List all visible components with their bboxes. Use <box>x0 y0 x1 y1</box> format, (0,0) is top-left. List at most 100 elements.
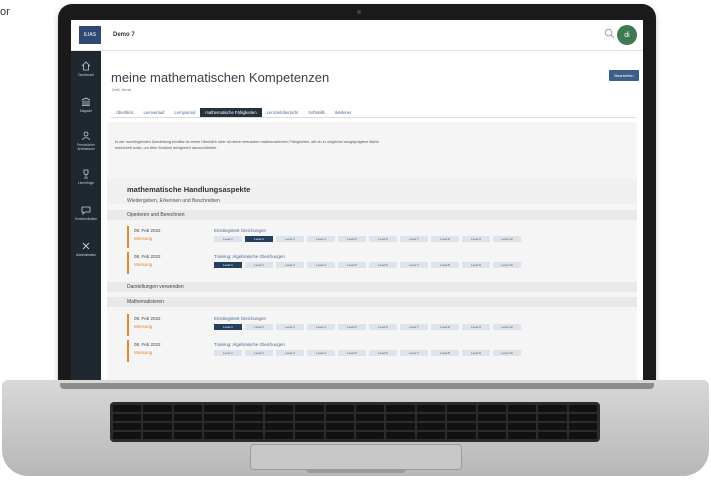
keyboard-key <box>234 414 263 421</box>
keyboard-key <box>386 432 415 439</box>
level-button[interactable]: Level 7 <box>400 324 428 330</box>
level-button[interactable]: Level 10 <box>493 262 521 268</box>
level-button[interactable]: Level 1 <box>214 324 242 330</box>
level-button[interactable]: Level 6 <box>369 262 397 268</box>
level-button[interactable]: Level 4 <box>307 236 335 242</box>
keyboard-key <box>113 423 142 430</box>
keyboard-key <box>295 405 324 412</box>
section-subtitle: Wiedergeben, Erkennen und Beschreiben <box>127 198 220 204</box>
entry-type: Messung <box>134 236 153 241</box>
home-icon <box>81 61 91 71</box>
level-button[interactable]: Level 5 <box>338 236 366 242</box>
group-header <box>107 210 637 220</box>
level-button[interactable]: Level 7 <box>400 236 428 242</box>
sidebar-item-administration[interactable]: Administration <box>71 231 101 267</box>
sidebar-item-dashboard[interactable]: Dashboard <box>71 51 101 87</box>
tools-icon <box>82 242 90 250</box>
level-button[interactable]: Level 2 <box>245 350 273 356</box>
trophy-icon <box>83 169 89 179</box>
entry-test-link[interactable]: Einstiegstest Gleichungen <box>214 316 266 321</box>
level-button[interactable]: Level 4 <box>307 350 335 356</box>
keyboard-key <box>356 423 385 430</box>
entry-test-link[interactable]: Einstiegstest Gleichungen <box>214 228 266 233</box>
level-button[interactable]: Level 6 <box>369 350 397 356</box>
keyboard-key <box>507 405 537 412</box>
tab-softskills[interactable]: Softskills <box>303 110 330 117</box>
level-button[interactable]: Level 4 <box>307 324 335 330</box>
tab-more[interactable]: Weiteres <box>330 110 356 117</box>
entry-test-link[interactable]: Training: Algebraische Gleichungen <box>214 342 285 347</box>
level-button[interactable]: Level 3 <box>276 350 304 356</box>
keyboard-key <box>325 414 354 421</box>
sidebar-item-workspace[interactable]: Persönlicher Arbeitsraum <box>71 123 101 159</box>
level-button[interactable]: Level 5 <box>338 324 366 330</box>
level-button[interactable]: Level 10 <box>493 236 521 242</box>
level-button[interactable]: Level 2 <box>245 236 273 242</box>
group-header <box>107 297 637 307</box>
keyboard-key <box>295 414 324 421</box>
edit-button[interactable]: Bearbeiten <box>609 70 639 81</box>
level-bar: Level 1 Level 2 Level 3 Level 4 Level 5 Level… <box>214 324 521 330</box>
group-label: Mathematisieren <box>127 299 164 305</box>
level-button[interactable]: Level 2 <box>245 324 273 330</box>
tab-objectives[interactable]: Lernzielübersicht <box>262 110 304 117</box>
tab-bar: Überblick Lernverlauf Lernjournal mathem… <box>111 106 636 118</box>
level-button[interactable]: Level 9 <box>462 350 490 356</box>
sidebar: Dashboard Magazin Persönlicher Arbeitsra… <box>71 51 101 382</box>
level-button[interactable]: Level 9 <box>462 236 490 242</box>
avatar[interactable]: di <box>617 25 637 45</box>
entry-date: 08. Feb 2022 <box>134 316 161 321</box>
keyboard-key <box>234 432 263 439</box>
list-item: 08. Feb 2022 Messung Training: Algebrais… <box>127 340 567 362</box>
keyboard-key <box>113 414 142 421</box>
logo[interactable]: ILIAS <box>79 26 101 44</box>
tab-learning-history[interactable]: Lernverlauf <box>138 110 169 117</box>
keyboard-key <box>416 405 446 412</box>
level-button[interactable]: Level 7 <box>400 350 428 356</box>
tab-math-skills[interactable]: mathematische Fähigkeiten <box>200 108 262 117</box>
entry-test-link[interactable]: Training: Algebraische Gleichungen <box>214 254 285 259</box>
keyboard-key <box>295 432 324 439</box>
keyboard-key <box>507 414 537 421</box>
level-button[interactable]: Level 8 <box>431 324 459 330</box>
library-icon <box>81 97 91 106</box>
level-button[interactable]: Level 5 <box>338 350 366 356</box>
keyboard-key <box>234 405 263 412</box>
level-button[interactable]: Level 1 <box>214 350 242 356</box>
level-button[interactable]: Level 2 <box>245 262 273 268</box>
camera-icon <box>357 10 361 14</box>
level-button[interactable]: Level 3 <box>276 262 304 268</box>
keyboard-key <box>325 432 354 439</box>
screen: ILIAS Demo 7 di Dashboard Magazin Persön… <box>71 20 643 382</box>
section-title: mathematische Handlungsaspekte <box>127 185 251 194</box>
sidebar-item-communication[interactable]: Kommunikation <box>71 195 101 231</box>
level-button[interactable]: Level 10 <box>493 324 521 330</box>
sidebar-item-label: Magazin <box>79 109 93 113</box>
level-bar: Level 1 Level 2 Level 3 Level 4 Level 5 Level… <box>214 350 521 356</box>
level-button[interactable]: Level 1 <box>214 262 242 268</box>
level-button[interactable]: Level 1 <box>214 236 242 242</box>
app-title: Demo 7 <box>113 32 135 38</box>
level-button[interactable]: Level 3 <box>276 236 304 242</box>
level-button[interactable]: Level 6 <box>369 324 397 330</box>
level-button[interactable]: Level 7 <box>400 262 428 268</box>
level-button[interactable]: Level 10 <box>493 350 521 356</box>
sidebar-item-magazin[interactable]: Magazin <box>71 87 101 123</box>
level-button[interactable]: Level 6 <box>369 236 397 242</box>
level-button[interactable]: Level 4 <box>307 262 335 268</box>
sidebar-item-achievements[interactable]: Lernerfolge <box>71 159 101 195</box>
search-icon[interactable] <box>604 28 615 39</box>
keyboard-key <box>477 405 506 412</box>
tab-overview[interactable]: Überblick <box>111 110 138 117</box>
keyboard-key <box>477 423 506 430</box>
tab-journal[interactable]: Lernjournal <box>169 110 200 117</box>
keyboard-key <box>204 414 233 421</box>
level-button[interactable]: Level 3 <box>276 324 304 330</box>
level-button[interactable]: Level 9 <box>462 324 490 330</box>
level-button[interactable]: Level 8 <box>431 262 459 268</box>
keyboard-key <box>568 405 597 412</box>
level-button[interactable]: Level 8 <box>431 236 459 242</box>
level-button[interactable]: Level 5 <box>338 262 366 268</box>
level-button[interactable]: Level 9 <box>462 262 490 268</box>
level-button[interactable]: Level 8 <box>431 350 459 356</box>
